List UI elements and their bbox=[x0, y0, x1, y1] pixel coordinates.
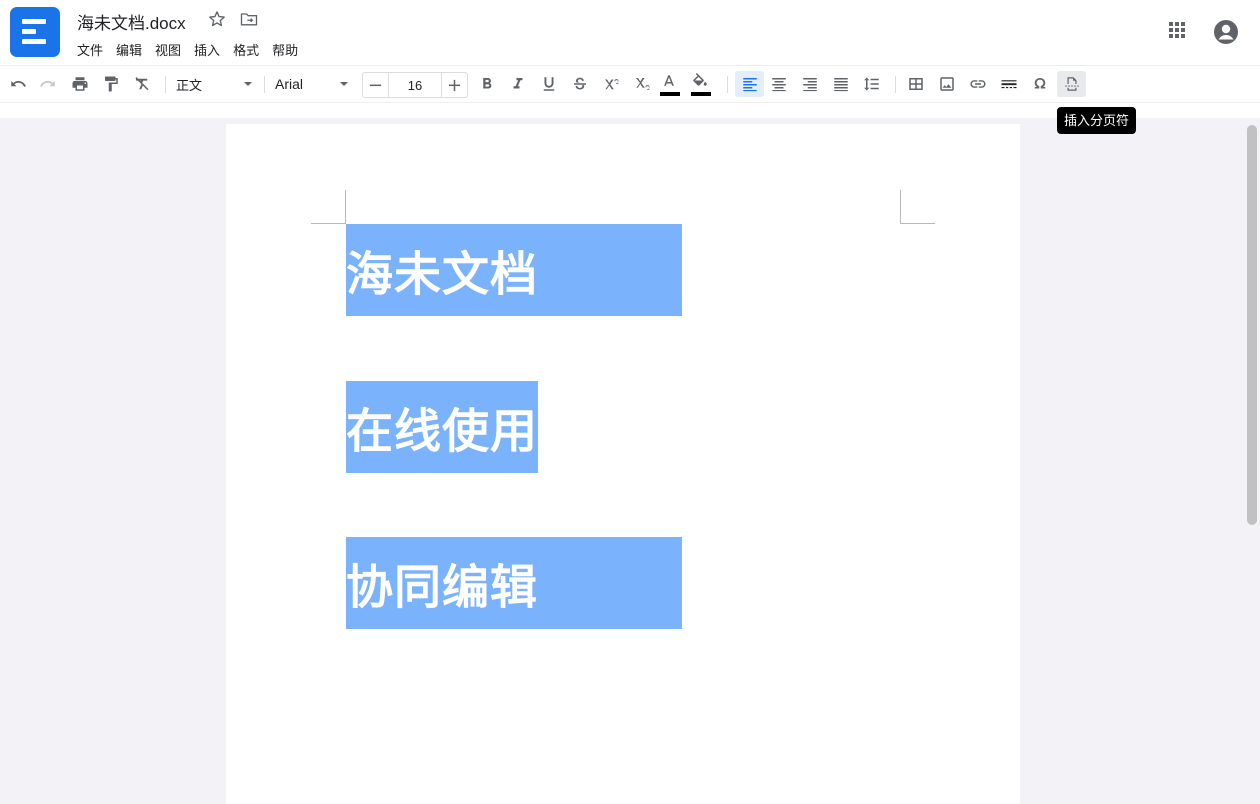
paragraph-style-value: 正文 bbox=[176, 77, 203, 93]
font-family-value: Arial bbox=[275, 76, 304, 92]
special-character-icon[interactable] bbox=[1027, 71, 1053, 97]
print-icon[interactable] bbox=[67, 71, 93, 97]
bold-icon[interactable] bbox=[474, 71, 500, 97]
subscript-icon[interactable] bbox=[629, 71, 655, 97]
text-color-swatch bbox=[660, 92, 680, 96]
page-margin-corner-top-right bbox=[900, 190, 935, 224]
highlight-color-icon[interactable] bbox=[687, 71, 713, 97]
account-avatar-icon[interactable] bbox=[1212, 18, 1240, 46]
vertical-scrollbar[interactable] bbox=[1247, 125, 1257, 525]
underline-icon[interactable] bbox=[536, 71, 562, 97]
page-margin-corner-top-left bbox=[311, 190, 346, 224]
insert-image-icon[interactable] bbox=[934, 71, 960, 97]
paragraph-text[interactable]: 在线使用 bbox=[346, 393, 538, 462]
menu-help[interactable]: 帮助 bbox=[272, 40, 298, 59]
align-right-icon[interactable] bbox=[797, 71, 823, 97]
paragraph-text[interactable]: 协同编辑 bbox=[346, 549, 538, 618]
toolbar: 正文 Arial bbox=[0, 65, 1260, 103]
page-break-icon[interactable] bbox=[1057, 71, 1086, 97]
document-page[interactable]: 海未文档 在线使用 协同编辑 bbox=[226, 124, 1020, 804]
plus-icon bbox=[448, 79, 461, 91]
superscript-icon[interactable] bbox=[598, 71, 624, 97]
menu-bar: 文件 编辑 视图 插入 格式 帮助 bbox=[77, 40, 311, 59]
insert-table-icon[interactable] bbox=[903, 71, 929, 97]
line-spacing-icon[interactable] bbox=[859, 71, 885, 97]
italic-icon[interactable] bbox=[505, 71, 531, 97]
apps-grid-icon[interactable] bbox=[1167, 20, 1187, 40]
text-color-icon[interactable] bbox=[656, 71, 682, 97]
paragraph-text[interactable]: 海未文档 bbox=[346, 236, 538, 305]
justify-icon[interactable] bbox=[828, 71, 854, 97]
paragraph-style-select[interactable]: 正文 bbox=[176, 71, 252, 97]
align-center-icon[interactable] bbox=[766, 71, 792, 97]
menu-edit[interactable]: 编辑 bbox=[116, 40, 142, 59]
font-family-select[interactable]: Arial bbox=[275, 71, 348, 97]
increase-font-size-button[interactable] bbox=[441, 73, 467, 97]
document-canvas[interactable]: 海未文档 在线使用 协同编辑 bbox=[0, 118, 1260, 804]
app-logo-icon[interactable] bbox=[10, 7, 60, 57]
page-break-tooltip: 插入分页符 bbox=[1057, 107, 1137, 134]
align-left-icon[interactable] bbox=[735, 71, 764, 97]
insert-link-icon[interactable] bbox=[965, 71, 991, 97]
move-to-folder-icon[interactable] bbox=[239, 9, 259, 29]
menu-format[interactable]: 格式 bbox=[233, 40, 259, 59]
font-size-input[interactable] bbox=[390, 73, 440, 97]
paragraph-highlight[interactable]: 海未文档 bbox=[346, 224, 682, 316]
strikethrough-icon[interactable] bbox=[567, 71, 593, 97]
chevron-down-icon bbox=[340, 82, 348, 86]
minus-icon bbox=[369, 84, 382, 86]
highlight-color-swatch bbox=[691, 92, 711, 96]
menu-file[interactable]: 文件 bbox=[77, 40, 103, 59]
paragraph-highlight[interactable]: 在线使用 bbox=[346, 381, 538, 473]
star-icon[interactable] bbox=[207, 9, 227, 29]
undo-icon[interactable] bbox=[5, 71, 31, 97]
menu-insert[interactable]: 插入 bbox=[194, 40, 220, 59]
menu-view[interactable]: 视图 bbox=[155, 40, 181, 59]
document-title[interactable]: 海未文档.docx bbox=[77, 9, 186, 34]
clear-format-icon[interactable] bbox=[129, 71, 155, 97]
paragraph-highlight[interactable]: 协同编辑 bbox=[346, 537, 682, 629]
chevron-down-icon bbox=[244, 82, 252, 86]
redo-icon[interactable] bbox=[35, 71, 61, 97]
header: 海未文档.docx 文件 编辑 视图 插入 格式 帮助 bbox=[0, 0, 1260, 64]
horizontal-line-icon[interactable] bbox=[996, 71, 1022, 97]
paint-format-icon[interactable] bbox=[98, 71, 124, 97]
decrease-font-size-button[interactable] bbox=[363, 73, 389, 97]
font-size-stepper bbox=[362, 72, 468, 98]
